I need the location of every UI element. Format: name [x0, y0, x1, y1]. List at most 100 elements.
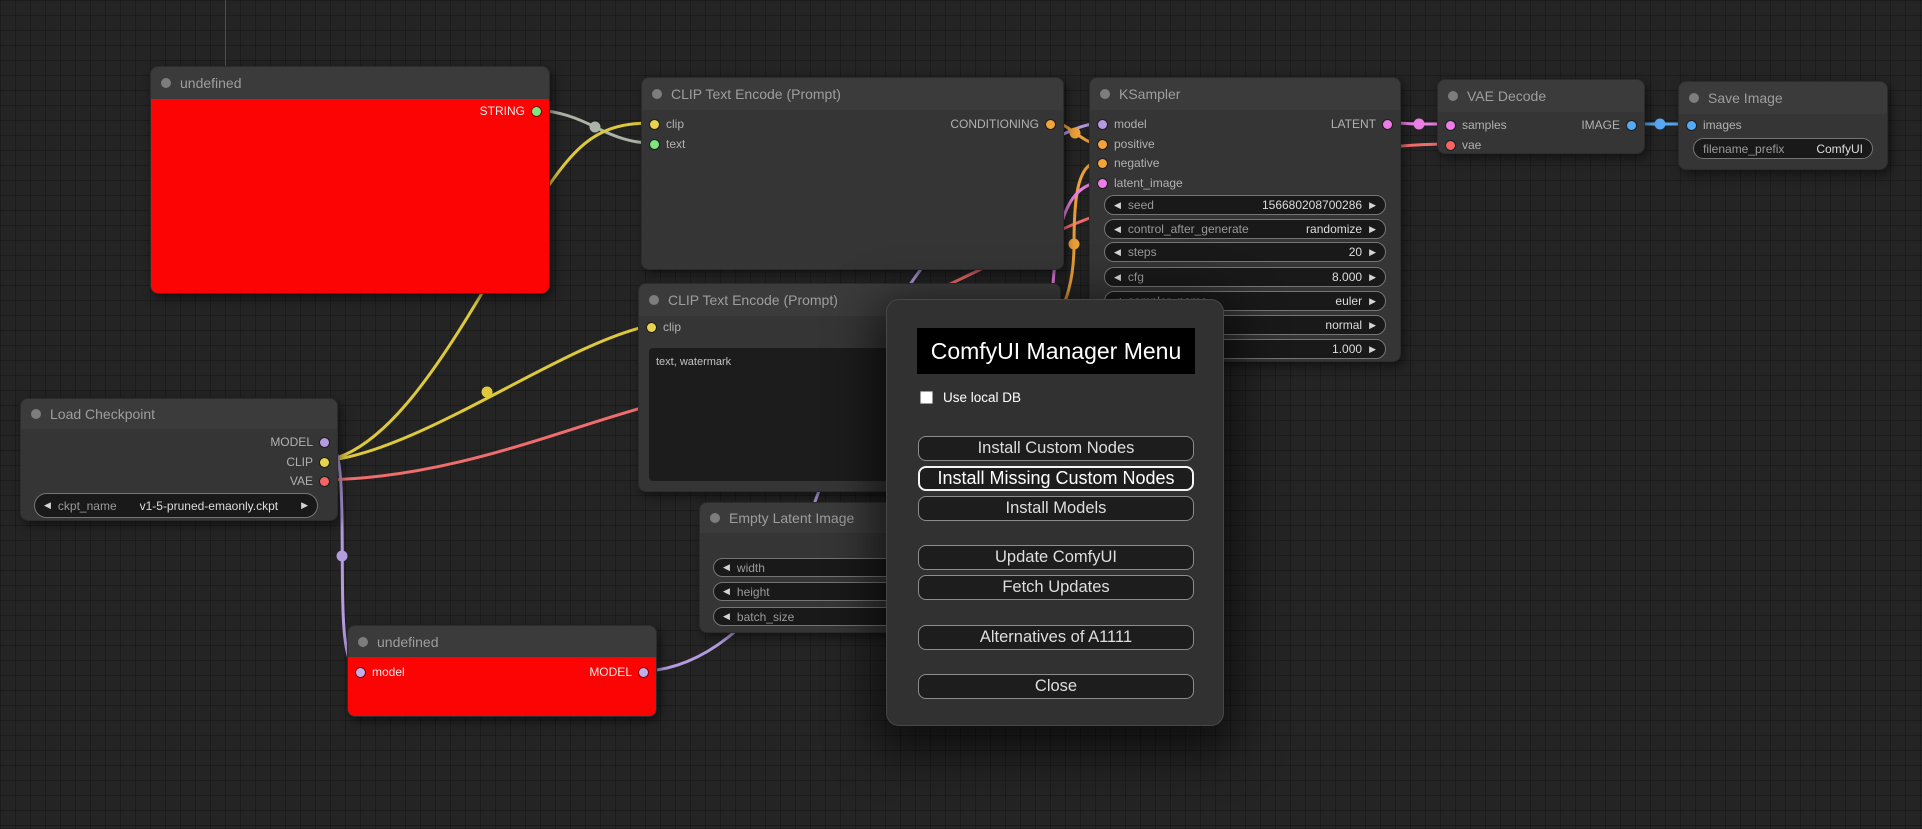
widget-value[interactable]: ComfyUI [1816, 142, 1863, 156]
node-clip-text-encode-1[interactable]: CLIP Text Encode (Prompt) clip text COND… [641, 77, 1064, 270]
widget-value[interactable]: randomize [1306, 222, 1362, 236]
collapse-icon[interactable] [710, 513, 720, 523]
widget-value[interactable]: normal [1325, 318, 1362, 332]
slot-dot-model[interactable] [320, 437, 329, 447]
input-slot-negative: negative [1098, 155, 1159, 171]
decrement-icon[interactable]: ◀ [723, 611, 730, 622]
decrement-icon[interactable]: ◀ [723, 562, 730, 573]
slot-dot-image[interactable] [1627, 120, 1636, 130]
slot-dot-negative[interactable] [1098, 158, 1107, 168]
node-undefined-bottom[interactable]: undefined model MODEL [347, 625, 657, 717]
increment-icon[interactable]: ▶ [1369, 247, 1376, 258]
slot-dot-latent[interactable] [1383, 119, 1392, 129]
collapse-icon[interactable] [161, 78, 171, 88]
slot-dot-clip[interactable] [647, 322, 656, 332]
slot-label: positive [1114, 137, 1155, 151]
increment-icon[interactable]: ▶ [1369, 272, 1376, 283]
widget-ckpt-name[interactable]: ◀ ckpt_name v1-5-pruned-emaonly.ckpt ▶ [34, 493, 318, 518]
collapse-icon[interactable] [1689, 93, 1699, 103]
collapse-icon[interactable] [649, 295, 659, 305]
node-title-bar[interactable]: Save Image [1679, 82, 1887, 114]
close-button[interactable]: Close [918, 674, 1194, 699]
slot-dot-samples[interactable] [1446, 120, 1455, 130]
alternatives-of-a1111-button[interactable]: Alternatives of A1111 [918, 625, 1194, 650]
reroute-dot[interactable] [1068, 238, 1080, 250]
collapse-icon[interactable] [31, 409, 41, 419]
collapse-icon[interactable] [1100, 89, 1110, 99]
slot-dot-clip[interactable] [650, 119, 659, 129]
reroute-dot[interactable] [1654, 118, 1666, 130]
input-slot-model: model [1098, 116, 1147, 132]
install-custom-nodes-button[interactable]: Install Custom Nodes [918, 436, 1194, 461]
decrement-icon[interactable]: ◀ [44, 500, 51, 511]
collapse-icon[interactable] [358, 636, 368, 647]
reroute-dot[interactable] [336, 550, 348, 562]
node-title-bar[interactable]: Load Checkpoint [21, 399, 337, 429]
node-load-checkpoint[interactable]: Load Checkpoint MODEL CLIP VAE ◀ ckpt_na… [20, 398, 338, 521]
decrement-icon[interactable]: ◀ [1114, 224, 1121, 235]
slot-dot-model[interactable] [639, 667, 648, 677]
widget-value[interactable]: v1-5-pruned-emaonly.ckpt [140, 499, 279, 513]
update-comfyui-button[interactable]: Update ComfyUI [918, 545, 1194, 570]
widget-value[interactable]: euler [1335, 294, 1362, 308]
node-graph-canvas[interactable]: undefined STRING CLIP Text Encode (Promp… [0, 0, 1922, 829]
slot-dot-string[interactable] [532, 106, 541, 116]
increment-icon[interactable]: ▶ [301, 500, 308, 511]
install-missing-custom-nodes-button[interactable]: Install Missing Custom Nodes [918, 466, 1194, 491]
widget-seed[interactable]: ◀ seed 156680208700286 ▶ [1104, 195, 1386, 215]
node-undefined-top[interactable]: undefined STRING [150, 66, 550, 294]
widget-steps[interactable]: ◀ steps 20 ▶ [1104, 242, 1386, 262]
use-local-db-checkbox[interactable] [920, 391, 933, 404]
widget-value[interactable]: 20 [1349, 245, 1362, 259]
slot-dot-text[interactable] [650, 139, 659, 149]
slot-label: MODEL [270, 435, 313, 449]
reroute-dot[interactable] [1069, 127, 1081, 139]
reroute-dot[interactable] [589, 121, 601, 133]
collapse-icon[interactable] [652, 89, 662, 99]
node-title-bar[interactable]: VAE Decode [1438, 80, 1644, 112]
slot-dot-images[interactable] [1687, 120, 1696, 130]
increment-icon[interactable]: ▶ [1369, 320, 1376, 331]
collapse-icon[interactable] [1448, 91, 1458, 101]
decrement-icon[interactable]: ◀ [1114, 200, 1121, 211]
node-title-bar[interactable]: undefined [151, 67, 549, 99]
widget-value[interactable]: 156680208700286 [1262, 198, 1362, 212]
increment-icon[interactable]: ▶ [1369, 344, 1376, 355]
node-title: Load Checkpoint [50, 406, 156, 422]
node-save-image[interactable]: Save Image images filename_prefix ComfyU… [1678, 81, 1888, 170]
reroute-dot[interactable] [1413, 118, 1425, 130]
decrement-icon[interactable]: ◀ [1114, 272, 1121, 283]
slot-label: clip [663, 320, 682, 334]
widget-control-after-generate[interactable]: ◀ control_after_generate randomize ▶ [1104, 219, 1386, 239]
node-title-bar[interactable]: undefined [348, 626, 656, 657]
node-title: undefined [377, 633, 439, 650]
input-slot-model: model [356, 664, 405, 680]
widget-value[interactable]: 8.000 [1332, 270, 1362, 284]
widget-value[interactable]: 1.000 [1332, 342, 1362, 356]
output-slot-model: MODEL [589, 664, 648, 680]
increment-icon[interactable]: ▶ [1369, 200, 1376, 211]
install-models-button[interactable]: Install Models [918, 496, 1194, 521]
slot-dot-vae[interactable] [320, 476, 329, 486]
increment-icon[interactable]: ▶ [1369, 296, 1376, 307]
node-vae-decode[interactable]: VAE Decode samples vae IMAGE [1437, 79, 1645, 154]
node-title-bar[interactable]: CLIP Text Encode (Prompt) [642, 78, 1063, 110]
slot-dot-clip[interactable] [320, 457, 329, 467]
widget-filename-prefix[interactable]: filename_prefix ComfyUI [1693, 138, 1873, 159]
slot-dot-positive[interactable] [1098, 139, 1107, 149]
fetch-updates-button[interactable]: Fetch Updates [918, 575, 1194, 600]
reroute-dot[interactable] [481, 386, 493, 398]
slot-dot-vae[interactable] [1446, 140, 1455, 150]
comfyui-manager-dialog: ComfyUI Manager Menu Use local DB Instal… [887, 300, 1223, 725]
widget-cfg[interactable]: ◀ cfg 8.000 ▶ [1104, 267, 1386, 287]
increment-icon[interactable]: ▶ [1369, 224, 1376, 235]
widget-label: filename_prefix [1703, 141, 1785, 156]
slot-label: vae [1462, 138, 1482, 152]
slot-dot-model[interactable] [356, 667, 365, 677]
slot-dot-conditioning[interactable] [1046, 119, 1055, 129]
decrement-icon[interactable]: ◀ [723, 586, 730, 597]
node-title-bar[interactable]: KSampler [1090, 78, 1400, 110]
slot-dot-model[interactable] [1098, 119, 1107, 129]
decrement-icon[interactable]: ◀ [1114, 247, 1121, 258]
slot-dot-latent-image[interactable] [1098, 178, 1107, 188]
